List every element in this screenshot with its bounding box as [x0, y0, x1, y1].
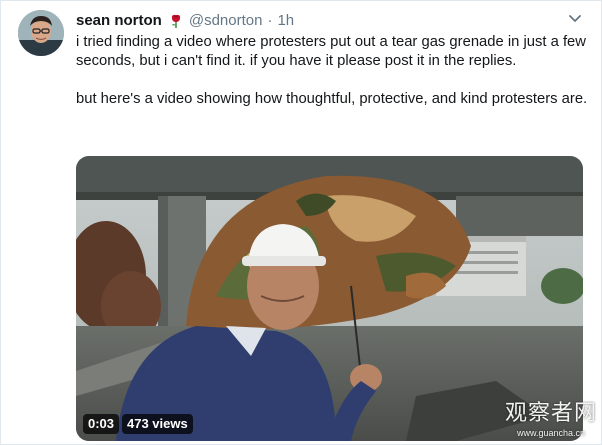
watermark-url: www.guancha.cn	[516, 428, 586, 438]
separator-dot: ·	[267, 11, 273, 29]
author-handle[interactable]: @sdnorton	[189, 12, 263, 29]
tweet-timestamp[interactable]: 1h	[277, 12, 294, 29]
tweet-card[interactable]: sean norton @sdnorton · 1h i tried findi…	[0, 0, 602, 445]
video-thumbnail	[76, 156, 583, 441]
rose-icon	[169, 12, 183, 28]
author-name[interactable]: sean norton	[76, 12, 162, 29]
tweet-text: i tried finding a video where protesters…	[76, 34, 588, 107]
chevron-down-icon[interactable]	[567, 12, 583, 26]
watermark-title: 观察者网	[504, 401, 597, 426]
avatar[interactable]	[18, 10, 64, 56]
tweet-header: sean norton @sdnorton · 1h	[76, 10, 294, 30]
video-player[interactable]: 0:03 473 views	[76, 156, 583, 441]
avatar-image	[18, 10, 64, 56]
video-duration-badge: 0:03	[83, 414, 120, 434]
video-views-badge: 473 views	[122, 414, 193, 434]
watermark-logo: 观察者网 www.guancha.cn	[501, 401, 601, 445]
